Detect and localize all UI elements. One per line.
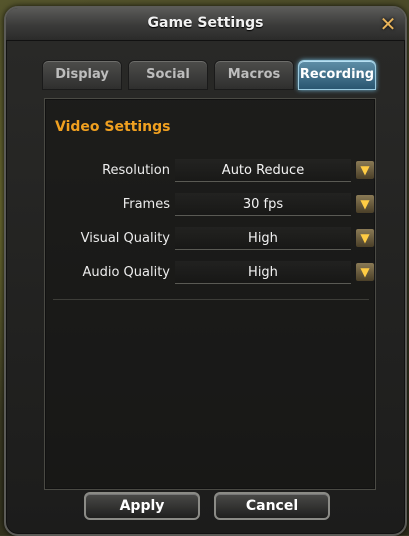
setting-row-resolution: Resolution Auto Reduce ▼: [55, 159, 375, 183]
audio-quality-select[interactable]: High: [175, 261, 351, 284]
chevron-down-icon[interactable]: ▼: [355, 228, 375, 248]
tab-macros[interactable]: Macros: [214, 60, 294, 90]
tab-display[interactable]: Display: [42, 60, 122, 90]
setting-value: 30 fps: [242, 197, 284, 212]
frames-select[interactable]: 30 fps: [175, 193, 351, 216]
close-icon[interactable]: ✕: [377, 13, 399, 35]
title-bar: Game Settings ✕: [6, 8, 405, 41]
setting-row-frames: Frames 30 fps ▼: [55, 193, 375, 217]
setting-row-visual-quality: Visual Quality High ▼: [55, 227, 375, 251]
section-title: Video Settings: [55, 119, 171, 135]
chevron-down-icon[interactable]: ▼: [355, 194, 375, 214]
chevron-down-icon[interactable]: ▼: [355, 160, 375, 180]
setting-row-audio-quality: Audio Quality High ▼: [55, 261, 375, 285]
game-settings-window: Game Settings ✕ Display Social Macros Re…: [4, 6, 407, 536]
empty-settings-area: [53, 299, 369, 482]
visual-quality-select[interactable]: High: [175, 227, 351, 250]
tab-recording[interactable]: Recording: [298, 60, 376, 90]
setting-value: Auto Reduce: [221, 163, 305, 178]
setting-value: High: [248, 265, 278, 280]
setting-label: Visual Quality: [80, 231, 170, 246]
chevron-down-icon[interactable]: ▼: [355, 262, 375, 282]
setting-label: Frames: [122, 197, 170, 212]
cancel-button[interactable]: Cancel: [214, 492, 330, 520]
setting-value: High: [248, 231, 278, 246]
setting-label: Audio Quality: [82, 265, 170, 280]
resolution-select[interactable]: Auto Reduce: [175, 159, 351, 182]
apply-button[interactable]: Apply: [84, 492, 200, 520]
setting-label: Resolution: [102, 163, 170, 178]
tab-social[interactable]: Social: [128, 60, 208, 90]
video-settings-panel: Video Settings Resolution Auto Reduce ▼ …: [44, 98, 376, 490]
window-title: Game Settings: [147, 15, 264, 31]
